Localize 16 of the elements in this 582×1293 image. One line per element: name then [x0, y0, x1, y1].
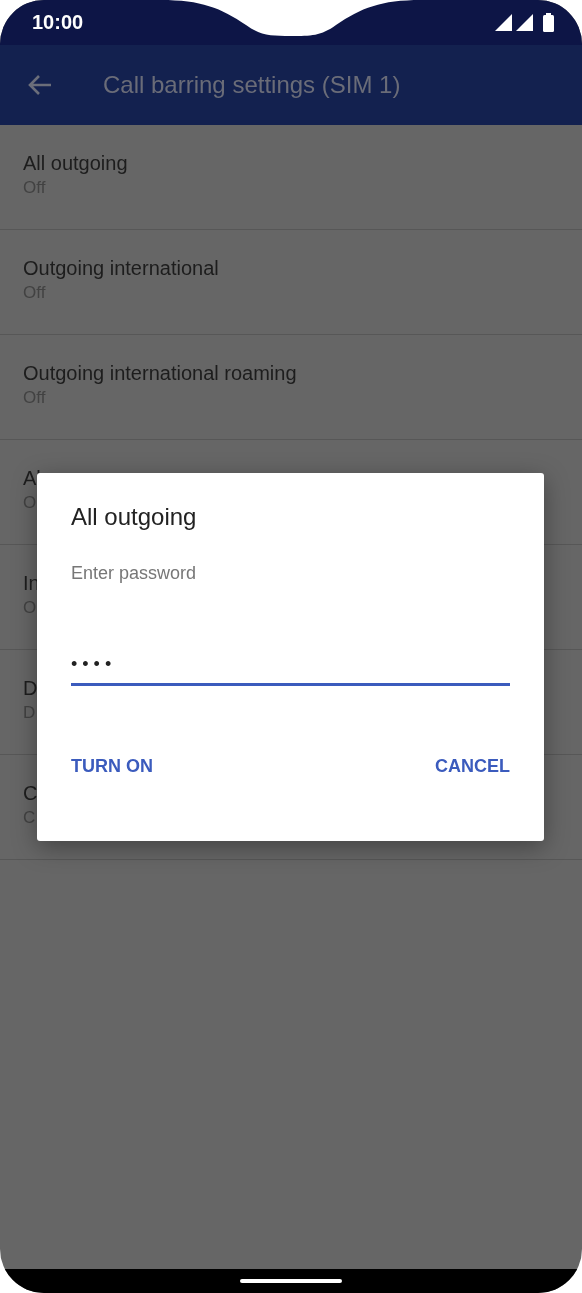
setting-title: Outgoing international [23, 256, 219, 281]
screen-title: Call barring settings (SIM 1) [103, 71, 401, 99]
signal-icon [495, 14, 535, 31]
dialog-button[interactable]: CANCEL [435, 756, 510, 777]
setting-title: Outgoing international roaming [23, 361, 297, 386]
battery-icon [543, 13, 554, 32]
back-arrow-icon[interactable] [28, 74, 52, 96]
home-handle[interactable] [240, 1279, 342, 1283]
setting-title: All outgoing [23, 151, 128, 176]
dialog-title: All outgoing [71, 503, 197, 531]
field-label: Enter password [71, 563, 197, 584]
clock-time: 10:00 [32, 11, 84, 34]
setting-title: D [23, 676, 38, 701]
setting-title: C [23, 781, 38, 806]
password-field[interactable]: •••• [71, 654, 510, 686]
dialog-button[interactable]: TURN ON [71, 756, 153, 777]
